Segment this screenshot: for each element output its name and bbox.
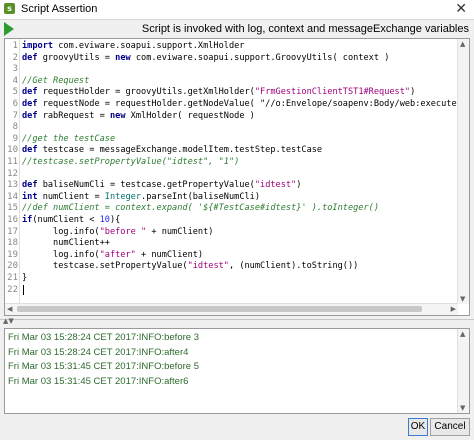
close-icon[interactable]: ✕ [455, 1, 467, 17]
log-scroll-up-icon[interactable]: ▲ [460, 330, 465, 338]
log-line: Fri Mar 03 15:31:45 CET 2017:INFO:after6 [8, 375, 189, 387]
line-number: 6 [12, 99, 18, 109]
editor-horizontal-scrollbar[interactable]: ◀ ▶ [5, 303, 458, 315]
scroll-right-icon[interactable]: ▶ [451, 305, 456, 313]
line-number: 12 [7, 168, 18, 179]
line-number: 10 [7, 145, 18, 156]
code-area[interactable]: import com.eviware.soapui.support.XmlHol… [22, 40, 457, 303]
code-line: //get the testCase [22, 133, 116, 144]
code-line: //testcase.setPropertyValue("idtest", "1… [22, 157, 240, 167]
code-line: def requestNode = requestHolder.getNodeV… [22, 99, 457, 109]
toolbar: Script is invoked with log, context and … [0, 20, 474, 38]
script-editor[interactable]: 1 2 3 4 5 6 7 8 9 10 11 12 13 14 15 16 17 18 19 20 21 22 impo… [4, 38, 470, 316]
code-line: int numClient = Integer.parseInt(baliseN… [22, 191, 261, 202]
ok-button[interactable]: OK [408, 418, 428, 436]
log-output-panel: Fri Mar 03 15:28:24 CET 2017:INFO:before… [4, 328, 470, 414]
code-line: def rabRequest = new XmlHolder( requestN… [22, 110, 255, 121]
line-number: 17 [7, 226, 18, 237]
line-number: 19 [7, 249, 18, 260]
line-number: 9 [12, 133, 18, 144]
code-line: def requestHolder = groovyUtils.getXmlHo… [22, 87, 416, 98]
code-line: if(numClient < 10){ [22, 215, 121, 225]
code-line: numClient++ [22, 238, 110, 249]
code-line: def testcase = messageExchange.modelItem… [22, 145, 323, 156]
code-line: //def numClient = context.expand( '${#Te… [22, 203, 379, 214]
line-number: 11 [7, 157, 18, 167]
log-line: Fri Mar 03 15:28:24 CET 2017:INFO:after4 [8, 346, 189, 358]
line-number: 1 [12, 41, 18, 51]
split-pane-divider[interactable]: ▲▼ [0, 317, 474, 326]
line-number: 13 [7, 180, 18, 191]
line-number: 22 [7, 284, 18, 295]
soapui-app-icon: s [4, 3, 15, 14]
code-line: //Get Request [22, 75, 90, 86]
horizontal-scroll-thumb[interactable] [17, 306, 422, 312]
scroll-up-icon[interactable]: ▲ [460, 40, 465, 48]
line-number: 2 [12, 52, 18, 63]
dialog-footer: OK Cancel [0, 416, 474, 440]
line-number: 3 [12, 64, 18, 75]
code-line: testcase.setPropertyValue("idtest", (num… [22, 261, 359, 272]
line-number: 18 [7, 238, 18, 249]
scroll-left-icon[interactable]: ◀ [7, 305, 12, 313]
run-icon[interactable] [4, 22, 14, 36]
line-number: 15 [7, 203, 18, 214]
code-line: } [22, 273, 28, 283]
split-arrows-icon[interactable]: ▲▼ [3, 317, 14, 325]
cancel-button[interactable]: Cancel [430, 418, 470, 436]
log-line: Fri Mar 03 15:28:24 CET 2017:INFO:before… [8, 332, 199, 343]
line-number: 21 [7, 273, 18, 283]
line-number: 20 [7, 261, 18, 272]
line-number: 7 [12, 110, 18, 121]
log-scroll-down-icon[interactable]: ▼ [460, 404, 465, 412]
code-line: def baliseNumCli = testcase.getPropertyV… [22, 180, 302, 191]
text-caret [23, 284, 24, 295]
log-vertical-scrollbar[interactable]: ▲ ▼ [457, 329, 469, 413]
window-title: Script Assertion [21, 3, 98, 15]
line-number: 16 [7, 215, 18, 225]
code-line: import com.eviware.soapui.support.XmlHol… [22, 41, 245, 51]
log-line: Fri Mar 03 15:31:45 CET 2017:INFO:before… [8, 361, 199, 372]
code-line: def groovyUtils = new com.eviware.soapui… [22, 52, 390, 63]
title-bar: s Script Assertion ✕ [0, 0, 474, 20]
scroll-down-icon[interactable]: ▼ [460, 295, 465, 303]
script-info-text: Script is invoked with log, context and … [141, 23, 469, 35]
code-line: log.info("after" + numClient) [22, 249, 204, 260]
line-number: 5 [12, 87, 18, 98]
line-number: 8 [12, 122, 18, 133]
line-number: 4 [12, 75, 18, 86]
line-number: 14 [7, 191, 18, 202]
code-line: log.info("before " + numClient) [22, 226, 214, 237]
editor-vertical-scrollbar[interactable]: ▲ ▼ [457, 39, 469, 304]
